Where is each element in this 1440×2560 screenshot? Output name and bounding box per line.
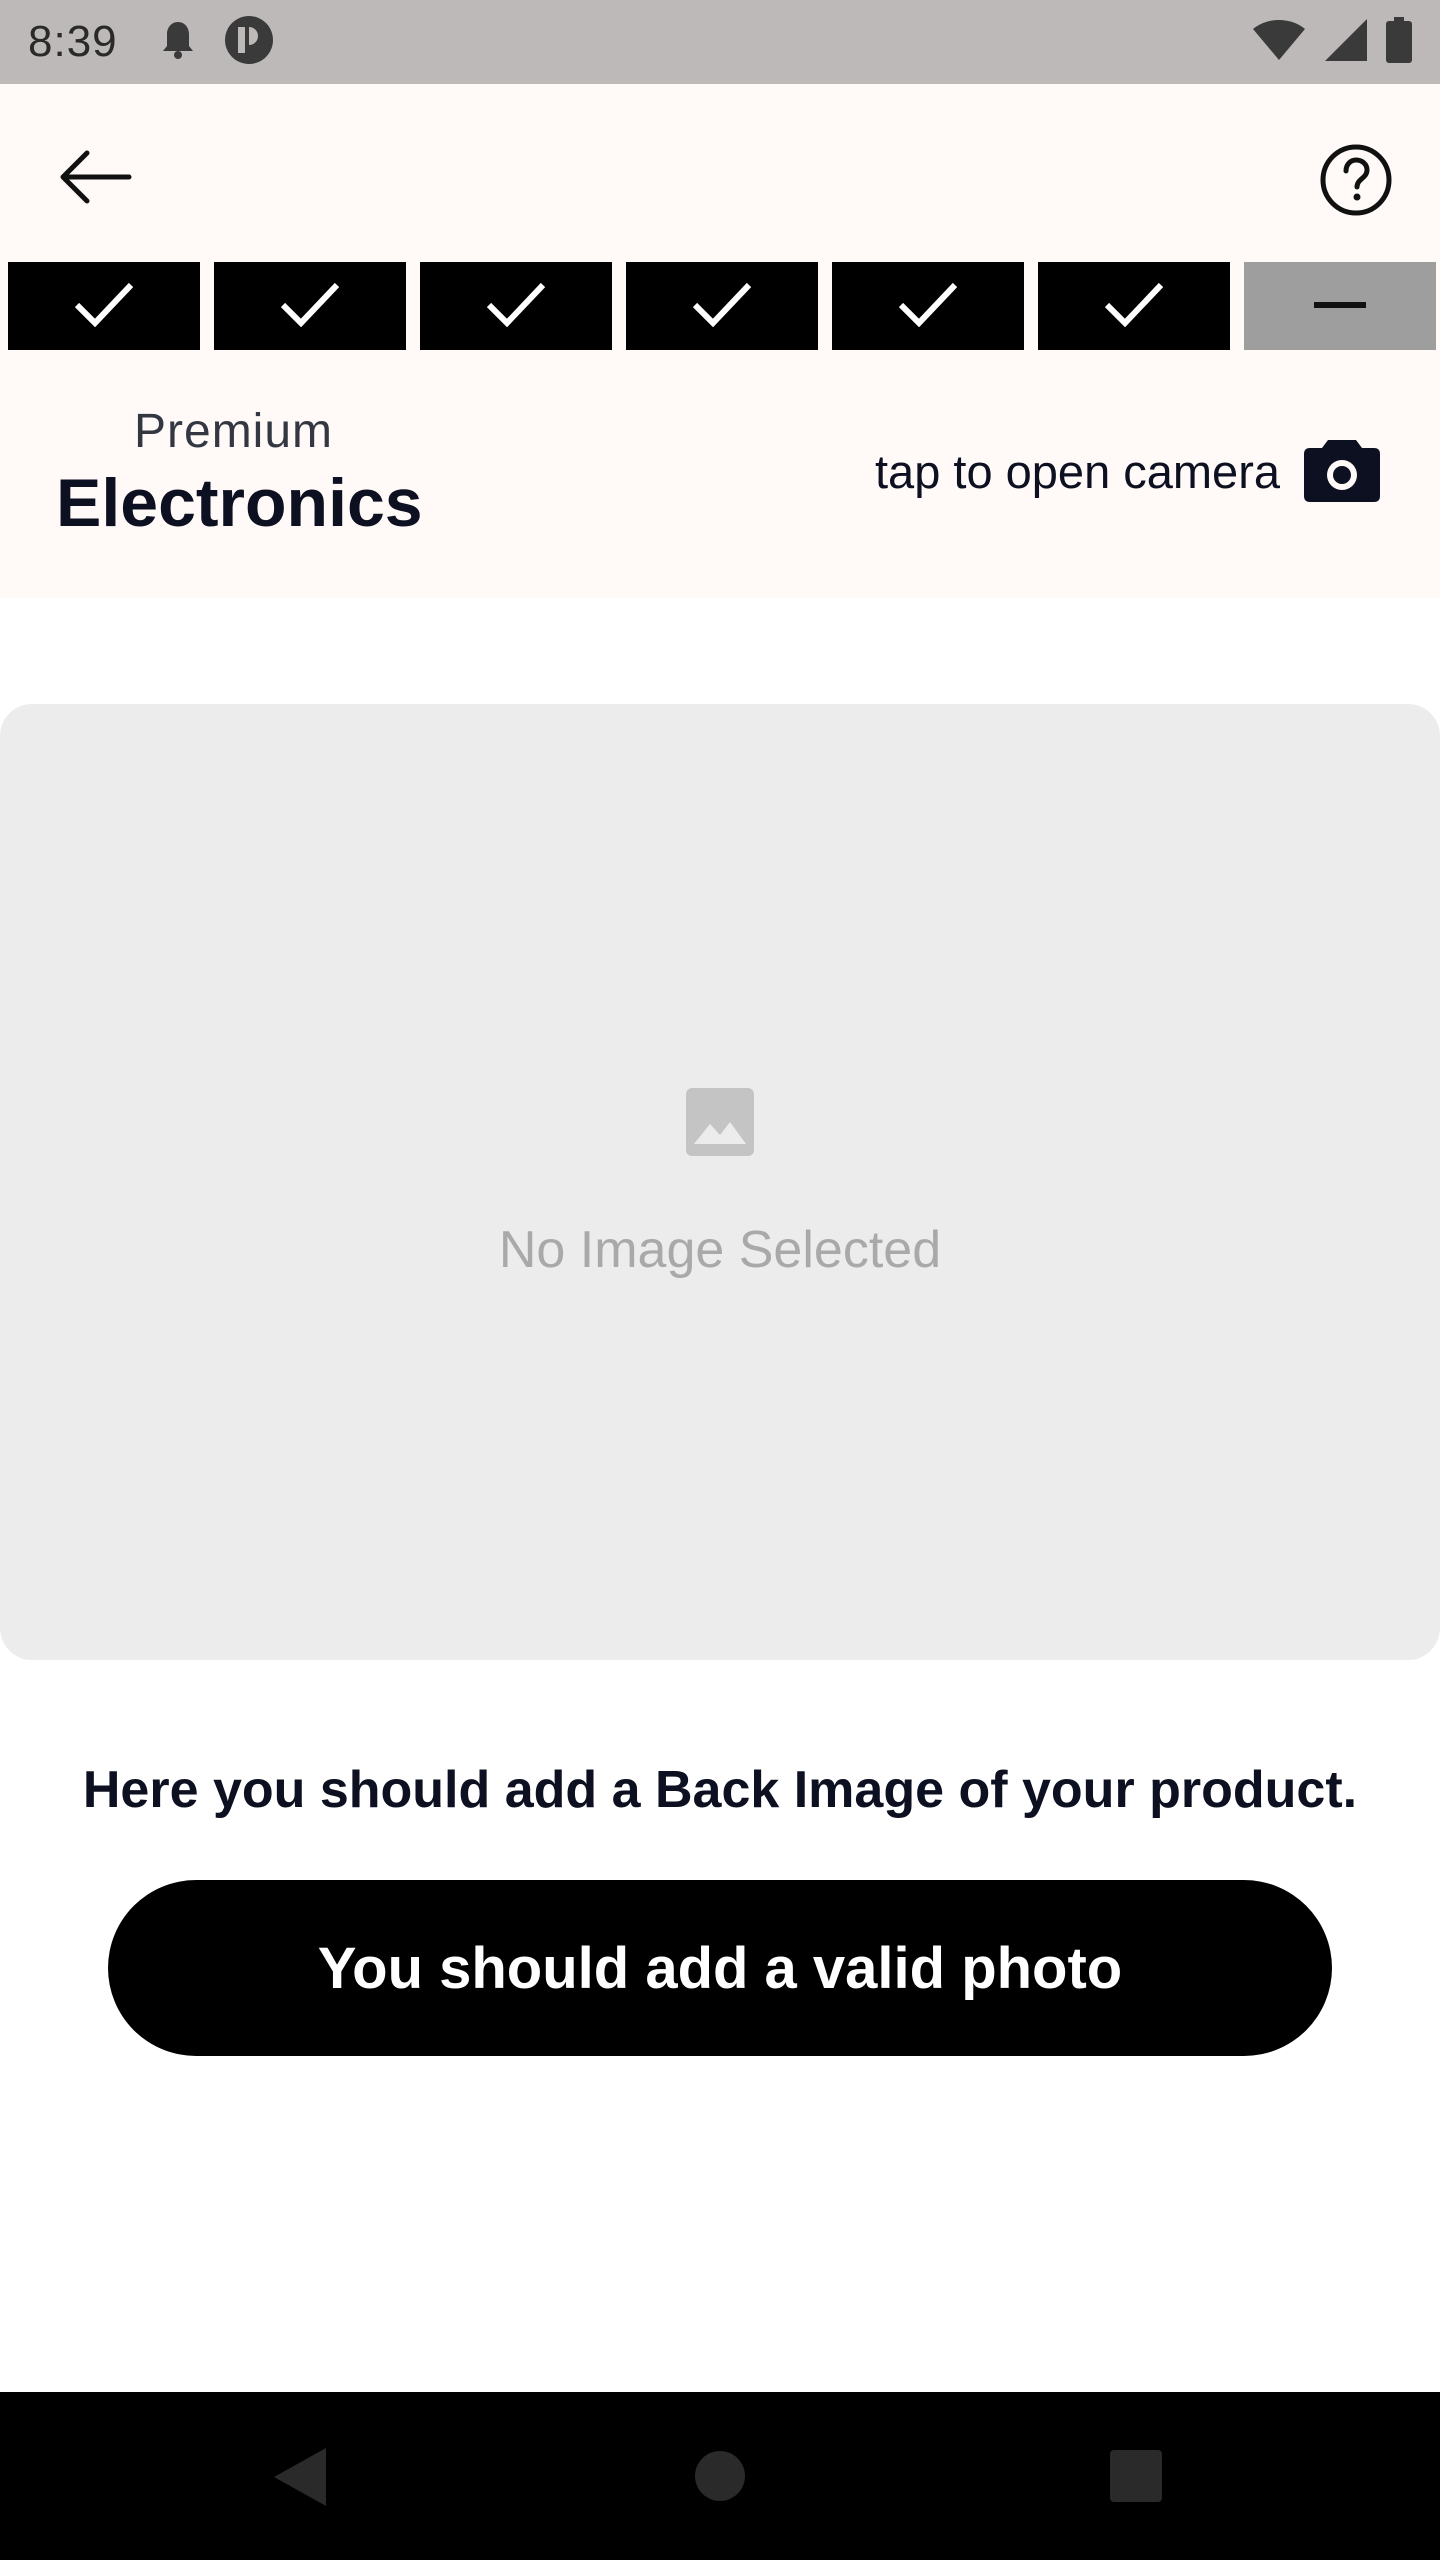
camera-label: tap to open camera xyxy=(875,445,1280,498)
progress-steps xyxy=(8,262,1436,350)
category-subtitle: Premium xyxy=(134,405,334,458)
app-header: Premium Electronics tap to open camera xyxy=(0,84,1440,598)
status-bar: 8:39 xyxy=(0,0,1440,84)
open-camera-button[interactable]: tap to open camera xyxy=(875,436,1380,507)
step-5-completed xyxy=(832,262,1024,350)
category-title: Electronics xyxy=(56,465,423,541)
status-time: 8:39 xyxy=(28,17,118,66)
add-photo-button[interactable]: You should add a valid photo xyxy=(108,1880,1332,2056)
step-4-completed xyxy=(626,262,818,350)
nav-recents-icon[interactable] xyxy=(1108,2448,1164,2509)
status-right-icons xyxy=(1252,16,1412,68)
step-7-pending xyxy=(1244,262,1436,350)
screen: 8:39 Premium Electronics tap to open cam… xyxy=(0,0,1440,2560)
back-button[interactable] xyxy=(52,136,138,222)
check-icon xyxy=(279,281,341,332)
image-icon xyxy=(686,1088,754,1161)
step-3-completed xyxy=(420,262,612,350)
battery-icon xyxy=(1386,16,1412,68)
step-6-completed xyxy=(1038,262,1230,350)
step-1-completed xyxy=(8,262,200,350)
instruction-text: Here you should add a Back Image of your… xyxy=(82,1761,1358,1819)
check-icon xyxy=(485,281,547,332)
nav-back-icon[interactable] xyxy=(270,2444,332,2515)
system-navigation-bar xyxy=(0,2392,1440,2560)
help-circle-icon xyxy=(1319,143,1393,222)
no-image-text: No Image Selected xyxy=(498,1221,942,1279)
nav-home-icon[interactable] xyxy=(694,2450,746,2507)
notification-bell-icon xyxy=(160,20,196,65)
status-left-icons xyxy=(160,15,274,70)
check-icon xyxy=(691,281,753,332)
image-preview-area[interactable]: No Image Selected xyxy=(0,704,1440,1660)
step-2-completed xyxy=(214,262,406,350)
check-icon xyxy=(897,281,959,332)
arrow-left-icon xyxy=(57,147,133,212)
app-status-icon xyxy=(224,15,274,70)
wifi-icon xyxy=(1252,19,1306,66)
cellular-signal-icon xyxy=(1324,18,1368,67)
camera-icon xyxy=(1304,436,1380,507)
help-button[interactable] xyxy=(1306,132,1406,232)
dash-icon xyxy=(1314,297,1366,315)
check-icon xyxy=(1103,281,1165,332)
check-icon xyxy=(73,281,135,332)
